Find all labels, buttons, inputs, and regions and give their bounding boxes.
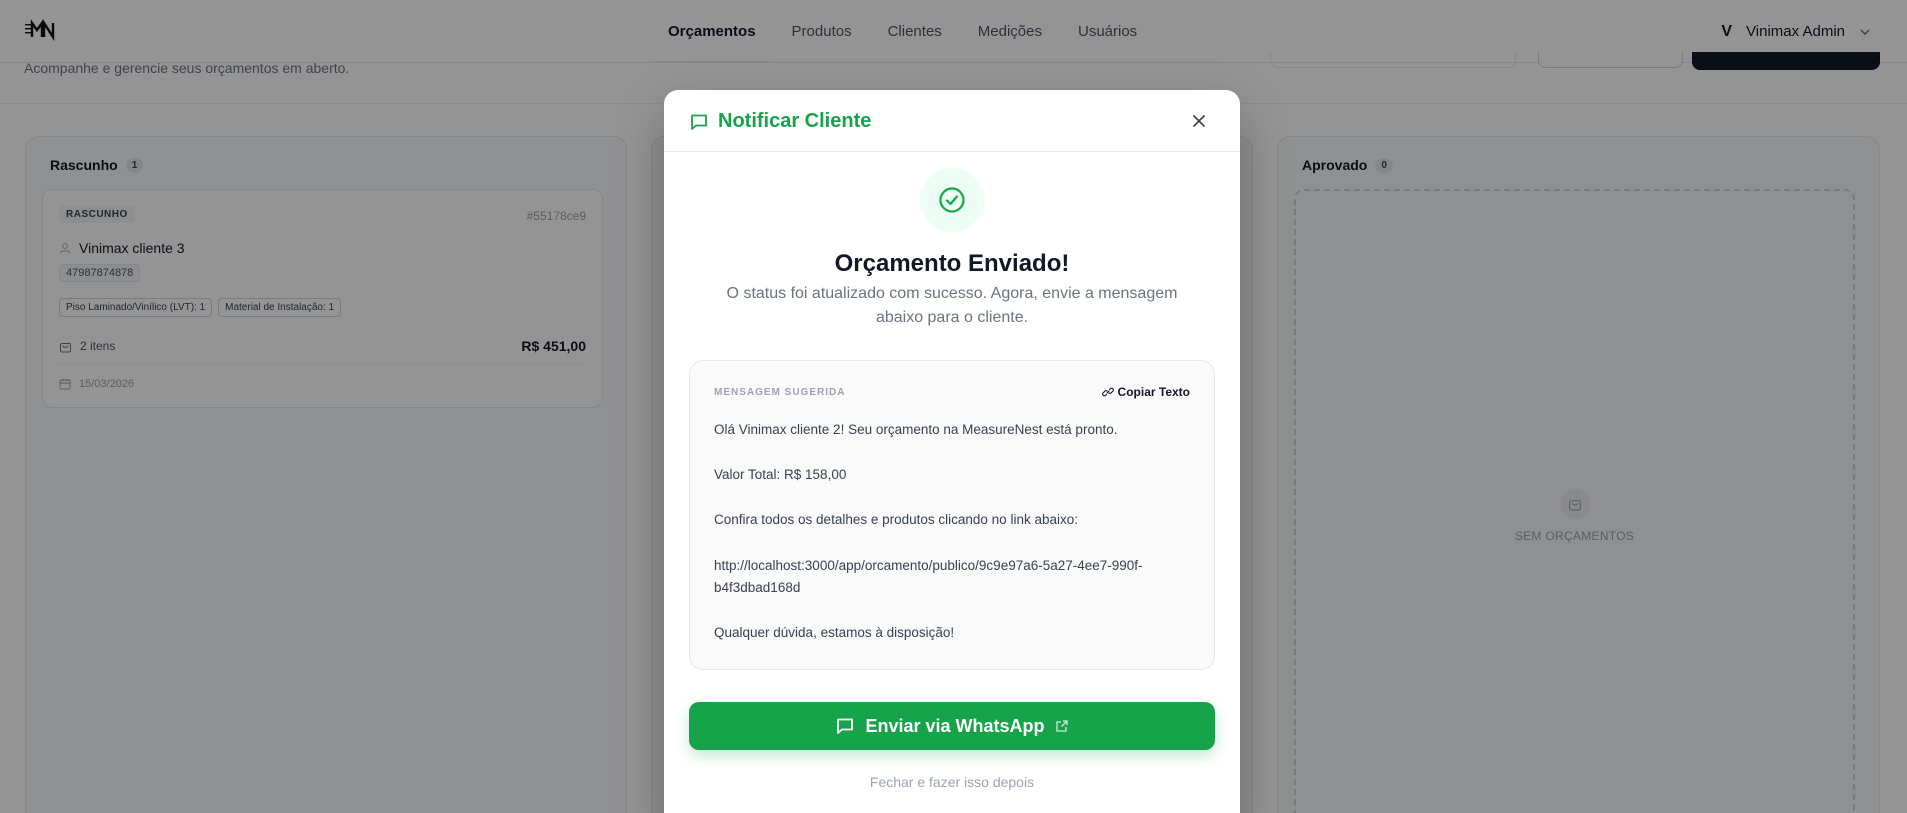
suggested-message-box: MENSAGEM SUGERIDA Copiar Texto Olá Vinim… <box>689 360 1215 670</box>
copy-text-label: Copiar Texto <box>1117 385 1190 399</box>
modal-title-text: Notificar Cliente <box>718 110 872 132</box>
success-title: Orçamento Enviado! <box>834 250 1070 277</box>
send-whatsapp-button[interactable]: Enviar via WhatsApp <box>689 702 1215 750</box>
external-link-icon <box>1055 720 1068 732</box>
close-later-link[interactable]: Fechar e fazer isso depois <box>664 774 1240 790</box>
message-body: Olá Vinimax cliente 2! Seu orçamento na … <box>714 422 1143 641</box>
message-label: MENSAGEM SUGERIDA <box>714 387 846 398</box>
message-icon <box>691 114 707 130</box>
copy-text-button[interactable]: Copiar Texto <box>1101 385 1190 399</box>
close-button[interactable] <box>1188 110 1210 132</box>
check-circle-icon <box>939 187 965 213</box>
link-icon <box>1101 387 1114 397</box>
send-whatsapp-label: Enviar via WhatsApp <box>865 715 1045 736</box>
success-description: O status foi atualizado com sucesso. Ago… <box>726 285 1178 326</box>
message-icon <box>837 718 854 734</box>
close-icon <box>1192 114 1206 128</box>
success-badge <box>920 168 984 232</box>
modal-header: Notificar Cliente <box>664 90 1240 152</box>
modal-title: Notificar Cliente <box>689 110 871 133</box>
notify-client-modal: Notificar Cliente Orçamento Enviado! O s… <box>664 90 1240 813</box>
